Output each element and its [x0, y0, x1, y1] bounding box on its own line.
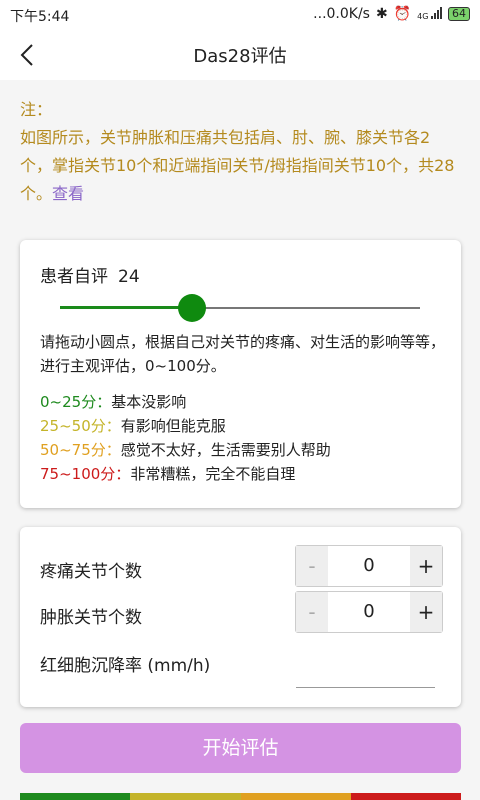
- scale-text: 有影响但能克服: [120, 417, 226, 435]
- swollen-minus-button[interactable]: -: [296, 592, 328, 632]
- rating-description: 请拖动小圆点，根据自己对关节的疼痛、对生活的影响等等， 进行主观评估，0~100…: [40, 333, 446, 375]
- alarm-icon: ⏰: [393, 6, 412, 22]
- bottom-color-strip: [20, 793, 461, 800]
- bluetooth-icon: ✱: [375, 6, 388, 22]
- strip-segment: [240, 793, 351, 800]
- swollen-joints-label: 肿胀关节个数: [40, 608, 142, 628]
- app-bar: Das28评估: [0, 30, 480, 80]
- network-speed: ...0.0K/s: [313, 6, 370, 22]
- strip-segment: [130, 793, 241, 800]
- view-link[interactable]: 查看: [52, 184, 84, 203]
- self-rating-slider[interactable]: [60, 294, 420, 324]
- page-title: Das28评估: [193, 46, 287, 67]
- scale-item: 50~75分：感觉不太好，生活需要别人帮助: [40, 441, 331, 459]
- start-assessment-button[interactable]: 开始评估: [20, 723, 461, 773]
- swollen-joints-stepper: - 0 +: [295, 591, 443, 633]
- scale-range: 0~25分: [40, 393, 97, 411]
- battery-icon: 64: [448, 7, 470, 21]
- scale-text: 基本没影响: [111, 393, 187, 411]
- strip-segment: [20, 793, 131, 800]
- status-bar: 下午5:44 ...0.0K/s ✱ ⏰ 4G 64: [0, 0, 480, 30]
- tender-joints-stepper: - 0 +: [295, 545, 443, 587]
- self-rating-header: 患者自评 24: [40, 262, 140, 287]
- note-text: 注： 如图所示，关节肿胀和压痛共包括肩、肘、腕、膝关节各2个，掌指关节10个和近…: [20, 96, 460, 208]
- scale-text: 非常糟糕，完全不能自理: [130, 465, 296, 483]
- joints-card: 疼痛关节个数 - 0 + 肿胀关节个数 - 0 + 红细胞沉降率 (mm/h): [20, 527, 461, 707]
- tender-joints-value[interactable]: 0: [328, 546, 410, 586]
- self-rating-label: 患者自评: [40, 267, 108, 287]
- scale-text: 感觉不太好，生活需要别人帮助: [120, 441, 331, 459]
- esr-input[interactable]: [296, 673, 435, 688]
- swollen-plus-button[interactable]: +: [410, 592, 442, 632]
- tender-plus-button[interactable]: +: [410, 546, 442, 586]
- esr-label: 红细胞沉降率 (mm/h): [40, 656, 211, 676]
- status-time: 下午5:44: [10, 9, 70, 25]
- status-icons: ...0.0K/s ✱ ⏰ 4G 64: [313, 6, 470, 22]
- tender-minus-button[interactable]: -: [296, 546, 328, 586]
- scale-range: 25~50分: [40, 417, 106, 435]
- signal-label: 4G: [417, 12, 429, 21]
- self-rating-value: 24: [118, 267, 140, 287]
- note-heading: 注：: [20, 100, 53, 119]
- slider-fill: [60, 306, 192, 309]
- note-body: 如图所示，关节肿胀和压痛共包括肩、肘、腕、膝关节各2个，掌指关节10个和近端指间…: [20, 128, 455, 203]
- swollen-joints-value[interactable]: 0: [328, 592, 410, 632]
- self-assessment-card: 患者自评 24 请拖动小圆点，根据自己对关节的疼痛、对生活的影响等等， 进行主观评…: [20, 240, 461, 508]
- slider-thumb[interactable]: [178, 294, 206, 322]
- tender-joints-label: 疼痛关节个数: [40, 562, 142, 582]
- scale-item: 75~100分：非常糟糕，完全不能自理: [40, 465, 296, 483]
- scale-item: 0~25分：基本没影响: [40, 393, 187, 411]
- scale-range: 75~100分: [40, 465, 116, 483]
- strip-segment: [350, 793, 461, 800]
- scale-item: 25~50分：有影响但能克服: [40, 417, 226, 435]
- signal-icon: 4G: [417, 7, 442, 21]
- scale-range: 50~75分: [40, 441, 106, 459]
